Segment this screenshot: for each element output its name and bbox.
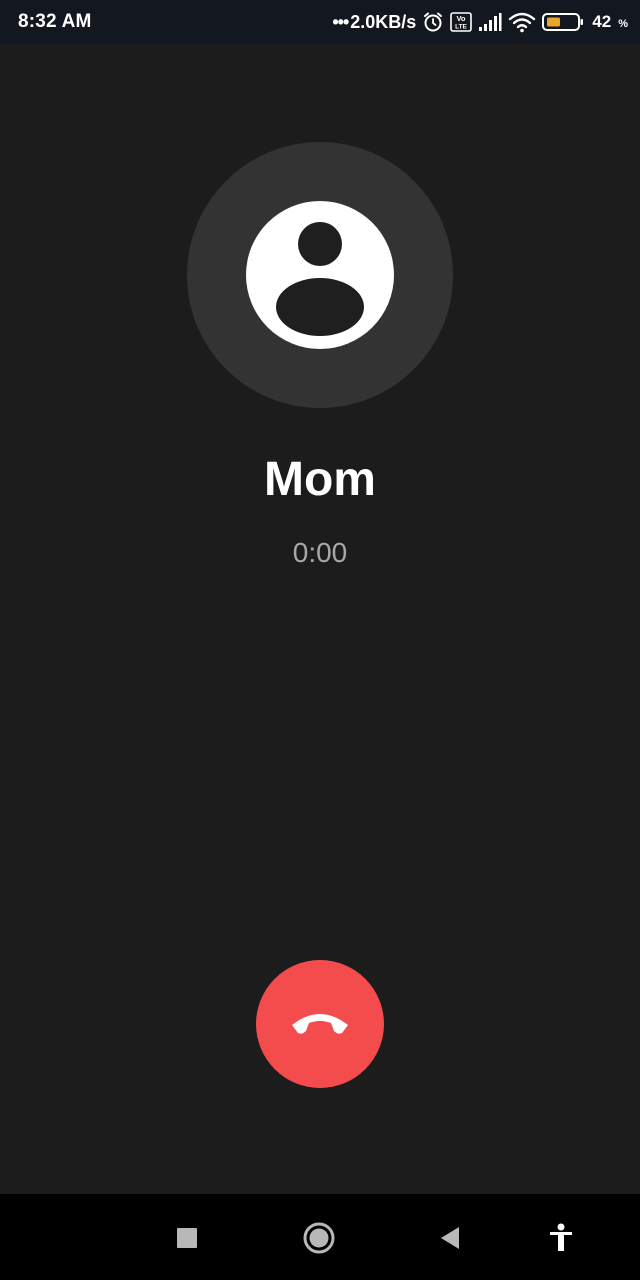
end-call-button[interactable] [256,960,384,1088]
network-speed: 2.0KB/s [350,11,417,32]
contact-avatar [187,142,453,408]
navigation-bar [0,1194,640,1280]
accessibility-icon [550,1223,572,1251]
status-time: 8:32 AM [18,11,92,32]
notification-dots: ••• [332,11,349,32]
call-timer: 0:00 [292,537,348,568]
status-indicators: ••• 2.0KB/s Vo LTE 42 % [332,10,628,34]
home-button[interactable] [297,1216,341,1260]
call-screen: 8:32 AM ••• 2.0KB/s Vo LTE 42 % Mom 0:00 [0,0,640,1280]
battery-icon [542,12,584,32]
alarm-icon [422,11,444,33]
battery-percent-sign: % [618,18,628,30]
recents-button[interactable] [165,1216,209,1260]
status-bar: 8:32 AM ••• 2.0KB/s Vo LTE 42 % [0,0,640,44]
square-icon [177,1228,197,1248]
battery-level: 42 [592,12,612,31]
circle-icon [303,1222,335,1254]
contact-name: Mom [264,453,376,506]
wifi-icon [508,11,536,33]
phone-hangup-icon [288,1007,352,1042]
triangle-back-icon [441,1227,459,1249]
svg-text:Vo: Vo [457,14,466,23]
back-button[interactable] [428,1216,472,1260]
svg-text:LTE: LTE [455,24,467,31]
signal-icon [478,12,502,32]
accessibility-button[interactable] [539,1216,583,1260]
default-avatar-icon [246,201,394,349]
volte-icon: Vo LTE [450,12,473,32]
